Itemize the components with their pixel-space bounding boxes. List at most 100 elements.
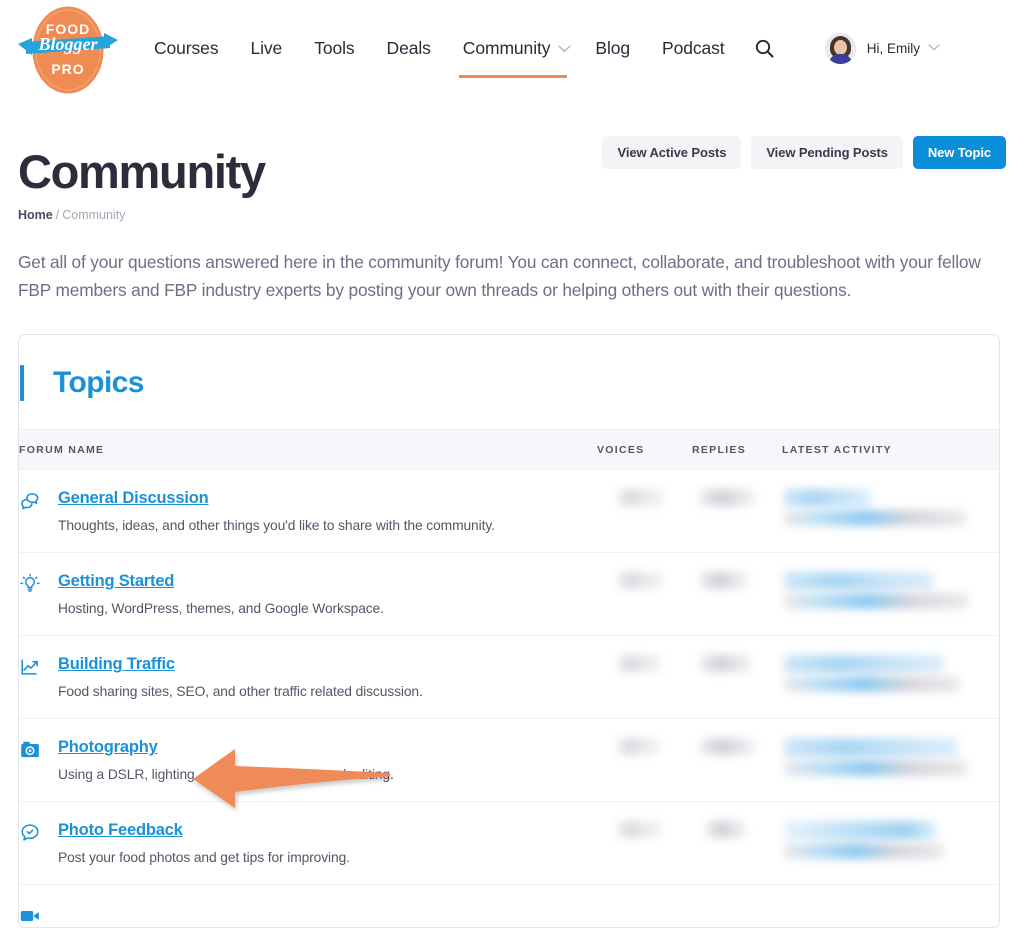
table-row[interactable]: Photo Feedback Post your food photos and… [19,801,999,886]
forum-description: Using a DSLR, lighting, props, compositi… [58,767,394,783]
topics-title: Topics [53,366,144,400]
chevron-down-icon [928,42,940,54]
video-camera-icon [19,905,41,927]
latest-activity-redacted [782,572,999,610]
replies-cell [692,885,782,928]
accent-bar [20,365,24,402]
column-header-latest-activity: LATEST ACTIVITY [782,429,999,471]
svg-text:Blogger: Blogger [37,34,98,54]
replies-cell [692,635,782,720]
forum-link[interactable]: Photo Feedback [58,821,183,840]
voices-value-redacted [597,821,692,839]
breadcrumb-separator: / [55,208,60,223]
latest-activity-redacted [782,655,999,693]
community-intro-text: Get all of your questions answered here … [18,252,981,301]
replies-value-redacted [692,738,782,756]
forum-link[interactable]: Photography [58,738,158,757]
forum-link[interactable]: Getting Started [58,572,174,591]
main-navigation: Courses Live Tools Deals Community Blog … [138,0,786,96]
replies-value-redacted [692,572,782,590]
column-header-voices: VOICES [597,429,692,471]
topics-header-row: FORUM NAME VOICES REPLIES LATEST ACTIVIT… [19,429,999,471]
replies-value-redacted [692,489,782,507]
latest-activity-cell [782,801,999,886]
voices-cell [597,718,692,803]
svg-text:PRO: PRO [51,61,84,77]
voices-value-redacted [597,572,692,590]
nav-label-blog: Blog [595,37,631,58]
replies-value-redacted [692,821,782,839]
user-greeting: Hi, Emily [866,40,920,56]
nav-label-deals: Deals [386,37,431,58]
nav-item-community[interactable]: Community [447,0,580,96]
replies-cell [692,469,782,554]
column-header-forum-name: FORUM NAME [19,429,597,471]
nav-item-live[interactable]: Live [234,0,298,96]
column-header-replies: REPLIES [692,429,782,471]
chat-bubbles-icon [19,490,41,512]
food-blogger-pro-logo[interactable]: FOOD Blogger PRO [16,2,120,98]
topics-card: Topics FORUM NAME VOICES REPLIES LATEST … [18,334,1000,929]
nav-label-live: Live [250,37,283,58]
latest-activity-redacted [782,738,999,777]
forum-link[interactable]: General Discussion [58,489,209,508]
voices-cell [597,885,692,928]
nav-label-tools: Tools [314,37,355,58]
replies-cell [692,552,782,637]
nav-item-courses[interactable]: Courses [138,0,234,96]
search-button[interactable] [741,0,786,96]
chart-trend-icon [19,656,41,678]
voices-value-redacted [597,489,692,507]
table-row[interactable]: Building Traffic Food sharing sites, SEO… [19,635,999,720]
replies-value-redacted [692,655,782,673]
chevron-down-icon [558,42,572,56]
site-header: FOOD Blogger PRO Courses Live Tools Deal… [0,0,1024,102]
replies-cell [692,718,782,803]
topics-card-header: Topics [19,335,999,429]
nav-item-podcast[interactable]: Podcast [646,0,741,96]
breadcrumb-current: Community [62,208,126,223]
camera-icon [19,739,41,761]
nav-item-tools[interactable]: Tools [298,0,370,96]
table-row[interactable]: Getting Started Hosting, WordPress, them… [19,552,999,637]
view-pending-posts-button[interactable]: View Pending Posts [751,136,903,169]
table-row[interactable]: General Discussion Thoughts, ideas, and … [19,469,999,554]
avatar [824,32,856,64]
table-row[interactable] [19,885,999,928]
voices-cell [597,635,692,720]
forum-description: Thoughts, ideas, and other things you'd … [58,518,495,534]
nav-item-blog[interactable]: Blog [579,0,646,96]
nav-label-community: Community [462,37,551,58]
breadcrumb: Home / Community [18,208,1002,222]
latest-activity-cell [782,718,999,803]
nav-label-podcast: Podcast [662,37,725,58]
voices-cell [597,801,692,886]
voices-cell [597,552,692,637]
lightbulb-icon [19,573,41,595]
table-row[interactable]: Photography Using a DSLR, lighting, prop… [19,718,999,803]
user-menu[interactable]: Hi, Emily [824,0,1008,96]
forum-description: Post your food photos and get tips for i… [58,850,350,866]
latest-activity-cell [782,552,999,637]
latest-activity-redacted [782,489,999,527]
nav-label-courses: Courses [154,37,219,58]
forum-link[interactable]: Building Traffic [58,655,175,674]
breadcrumb-home[interactable]: Home [18,208,53,222]
latest-activity-redacted [782,821,999,860]
voices-value-redacted [597,738,692,756]
latest-activity-cell [782,635,999,720]
forum-description: Hosting, WordPress, themes, and Google W… [58,601,384,617]
latest-activity-cell [782,469,999,554]
replies-cell [692,801,782,886]
view-active-posts-button[interactable]: View Active Posts [602,136,742,169]
chat-check-icon [19,822,41,844]
topics-table-head: FORUM NAME VOICES REPLIES LATEST ACTIVIT… [19,429,999,471]
topics-table: FORUM NAME VOICES REPLIES LATEST ACTIVIT… [19,429,999,927]
nav-item-deals[interactable]: Deals [371,0,447,96]
new-topic-button[interactable]: New Topic [912,136,1006,169]
voices-cell [597,469,692,554]
page-header: Community Home / Community View Active Pos… [0,102,1024,222]
topics-table-body: General Discussion Thoughts, ideas, and … [19,469,999,928]
page-actions: View Active Posts View Pending Posts New… [602,136,1006,169]
search-icon [755,39,774,58]
